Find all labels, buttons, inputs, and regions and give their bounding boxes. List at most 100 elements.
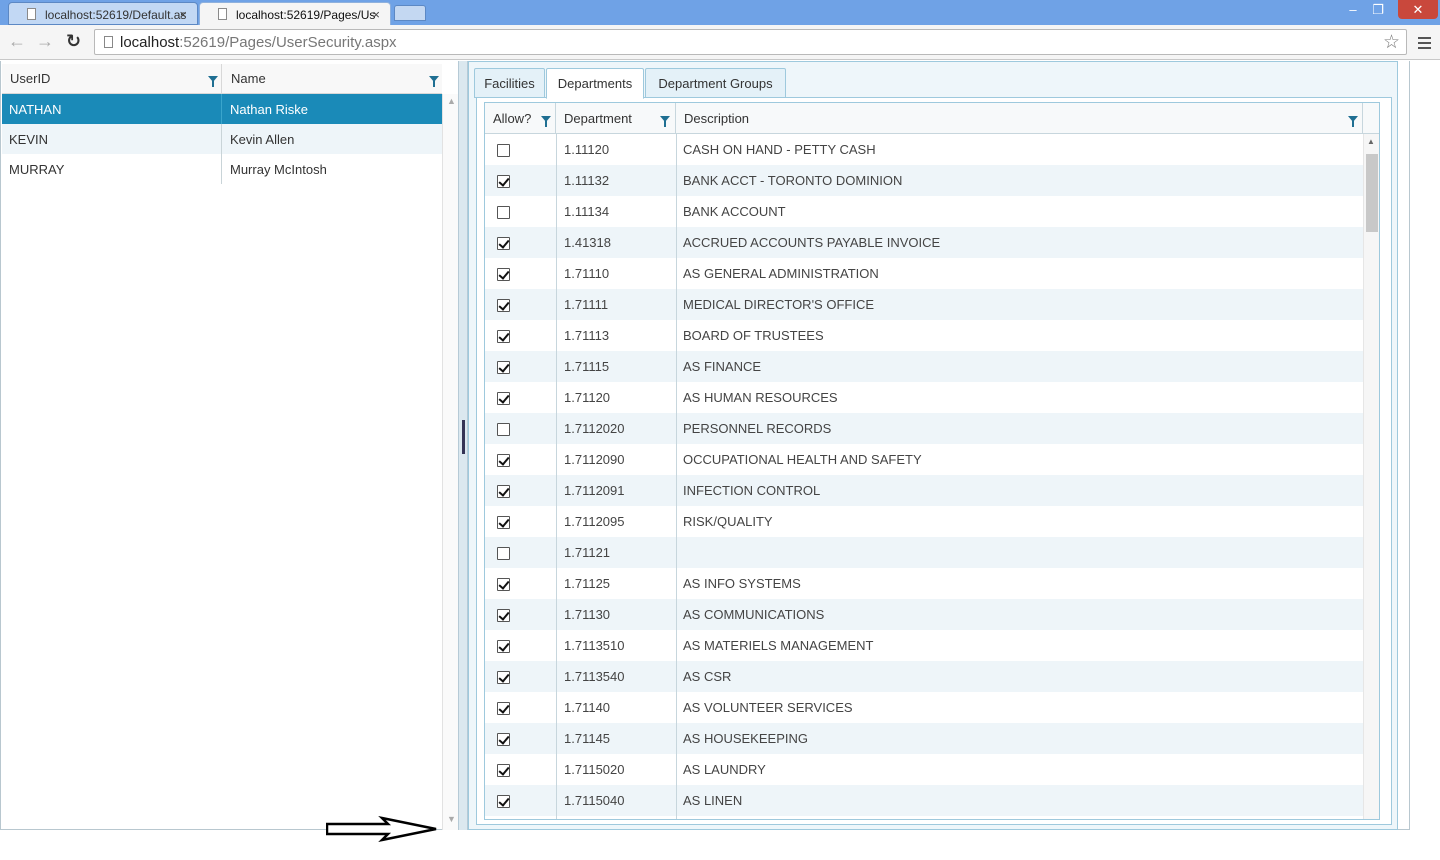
address-bar[interactable]: localhost:52619/Pages/UserSecurity.aspx … — [94, 29, 1407, 55]
department-row[interactable]: 1.7113510 AS MATERIELS MANAGEMENT — [485, 630, 1363, 661]
column-header-label: UserID — [10, 71, 51, 86]
department-row[interactable]: 1.71113 BOARD OF TRUSTEES — [485, 320, 1363, 351]
department-row[interactable]: 1.71120 AS HUMAN RESOURCES — [485, 382, 1363, 413]
filter-icon[interactable] — [541, 116, 551, 127]
department-code-cell: 1.71140 — [564, 700, 611, 715]
allow-checkbox[interactable] — [497, 671, 510, 684]
forward-arrow-icon[interactable]: → — [36, 31, 54, 51]
filter-icon[interactable] — [1348, 116, 1358, 127]
restore-icon[interactable]: ❐ — [1366, 0, 1390, 19]
scroll-up-icon[interactable]: ▲ — [1367, 137, 1375, 146]
column-header-label: Name — [231, 71, 266, 86]
department-row[interactable]: 1.71111 MEDICAL DIRECTOR'S OFFICE — [485, 289, 1363, 320]
column-header-name[interactable]: Name — [223, 64, 442, 94]
allow-checkbox[interactable] — [497, 454, 510, 467]
user-id-cell: NATHAN — [2, 94, 222, 124]
department-code-cell: 1.7112091 — [564, 483, 625, 498]
department-row[interactable]: 1.11132 BANK ACCT - TORONTO DOMINION — [485, 165, 1363, 196]
allow-checkbox[interactable] — [497, 764, 510, 777]
department-row[interactable]: 1.11120 CASH ON HAND - PETTY CASH — [485, 134, 1363, 165]
department-row[interactable]: 1.71130 AS COMMUNICATIONS — [485, 599, 1363, 630]
allow-checkbox[interactable] — [497, 237, 510, 250]
department-description-cell: AS CSR — [683, 669, 732, 684]
department-code-cell: 1.7112095 — [564, 514, 625, 529]
allow-checkbox[interactable] — [497, 268, 510, 281]
user-name-cell: Nathan Riske — [230, 102, 309, 117]
scroll-up-icon[interactable]: ▲ — [447, 96, 456, 106]
department-row[interactable]: 1.7112095 RISK/QUALITY — [485, 506, 1363, 537]
close-tab-icon[interactable]: × — [372, 7, 380, 22]
column-header-label: Allow? — [493, 111, 532, 126]
department-row[interactable]: 1.71110 AS GENERAL ADMINISTRATION — [485, 258, 1363, 289]
tab-department-groups[interactable]: Department Groups — [645, 68, 786, 98]
close-window-icon[interactable]: ✕ — [1398, 0, 1438, 19]
reload-icon[interactable]: ↻ — [66, 31, 81, 51]
user-row[interactable]: KEVIN Kevin Allen — [2, 124, 442, 154]
allow-checkbox[interactable] — [497, 485, 510, 498]
allow-checkbox[interactable] — [497, 578, 510, 591]
department-row[interactable]: 1.7115040 AS LINEN — [485, 785, 1363, 816]
allow-checkbox[interactable] — [497, 144, 510, 157]
user-name-cell: Kevin Allen — [230, 132, 295, 147]
department-row[interactable]: 1.7115020 AS LAUNDRY — [485, 754, 1363, 785]
splitter-grip-icon[interactable] — [462, 420, 465, 454]
filter-icon[interactable] — [660, 116, 670, 127]
user-row[interactable]: NATHAN Nathan Riske — [2, 94, 442, 124]
department-row[interactable]: 1.71125 AS INFO SYSTEMS — [485, 568, 1363, 599]
scroll-down-icon[interactable]: ▼ — [447, 814, 456, 824]
allow-checkbox[interactable] — [497, 392, 510, 405]
user-row[interactable]: MURRAY Murray McIntosh — [2, 154, 442, 184]
allow-checkbox[interactable] — [497, 299, 510, 312]
bookmark-star-icon[interactable]: ☆ — [1383, 31, 1400, 54]
right-arrow-annotation-icon — [326, 816, 437, 842]
new-tab-button[interactable] — [394, 5, 426, 21]
department-row[interactable]: 1.7113540 AS CSR — [485, 661, 1363, 692]
allow-checkbox[interactable] — [497, 516, 510, 529]
department-row[interactable]: 1.7112020 PERSONNEL RECORDS — [485, 413, 1363, 444]
column-header-description[interactable]: Description — [676, 103, 1363, 134]
department-row[interactable]: 1.71145 AS HOUSEKEEPING — [485, 723, 1363, 754]
users-scrollbar[interactable]: ▲ ▼ — [442, 94, 458, 830]
tab-facilities[interactable]: Facilities — [474, 68, 545, 98]
allow-checkbox[interactable] — [497, 640, 510, 653]
column-header-allow[interactable]: Allow? — [485, 103, 556, 134]
close-tab-icon[interactable]: × — [179, 7, 187, 22]
department-row[interactable]: 1.7112090 OCCUPATIONAL HEALTH AND SAFETY — [485, 444, 1363, 475]
department-row[interactable]: 1.11134 BANK ACCOUNT — [485, 196, 1363, 227]
department-row[interactable]: 1.71140 AS VOLUNTEER SERVICES — [485, 692, 1363, 723]
department-row[interactable]: 1.71115 AS FINANCE — [485, 351, 1363, 382]
allow-checkbox[interactable] — [497, 547, 510, 560]
department-code-cell: 1.7113540 — [564, 669, 625, 684]
allow-checkbox[interactable] — [497, 423, 510, 436]
browser-menu-icon[interactable] — [1418, 37, 1431, 49]
filter-icon[interactable] — [208, 76, 218, 87]
department-code-cell: 1.11132 — [564, 173, 610, 188]
department-code-cell: 1.71115 — [564, 359, 610, 374]
tab-departments[interactable]: Departments — [546, 68, 644, 99]
department-description-cell: AS LAUNDRY — [683, 762, 766, 777]
column-header-userid[interactable]: UserID — [2, 64, 222, 94]
allow-checkbox[interactable] — [497, 330, 510, 343]
column-header-department[interactable]: Department — [556, 103, 676, 134]
grid-scrollbar[interactable]: ▲ — [1363, 134, 1379, 819]
filter-icon[interactable] — [429, 76, 439, 87]
allow-checkbox[interactable] — [497, 795, 510, 808]
allow-checkbox[interactable] — [497, 702, 510, 715]
allow-checkbox[interactable] — [497, 733, 510, 746]
browser-tab-default[interactable]: localhost:52619/Default.as × — [8, 2, 198, 25]
department-row[interactable]: 1.71121 — [485, 537, 1363, 568]
browser-toolbar: ← → ↻ localhost:52619/Pages/UserSecurity… — [0, 25, 1440, 60]
allow-checkbox[interactable] — [497, 609, 510, 622]
scrollbar-thumb[interactable] — [1366, 154, 1378, 232]
department-row[interactable]: 1.41318 ACCRUED ACCOUNTS PAYABLE INVOICE — [485, 227, 1363, 258]
allow-checkbox[interactable] — [497, 206, 510, 219]
minimize-icon[interactable]: – — [1340, 0, 1366, 19]
department-description-cell: AS INFO SYSTEMS — [683, 576, 801, 591]
browser-tab-user-security[interactable]: localhost:52619/Pages/Us × — [199, 2, 391, 25]
allow-checkbox[interactable] — [497, 361, 510, 374]
department-row[interactable]: 1.7112091 INFECTION CONTROL — [485, 475, 1363, 506]
back-arrow-icon[interactable]: ← — [8, 31, 26, 51]
allow-checkbox[interactable] — [497, 175, 510, 188]
department-row[interactable]: 1.71155AS PLANT OPERATION — [485, 816, 1363, 819]
url-text[interactable]: localhost:52619/Pages/UserSecurity.aspx — [120, 34, 397, 51]
